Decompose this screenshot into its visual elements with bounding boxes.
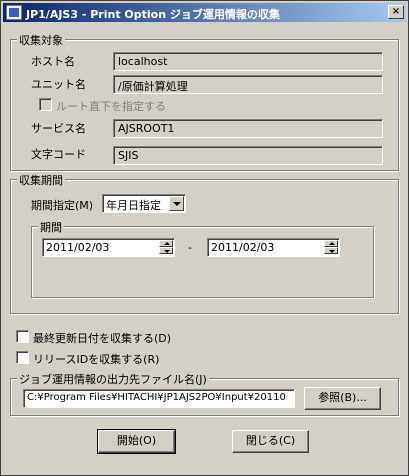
root-checkbox-label: ルート直下を指定する (56, 100, 166, 113)
output-file-legend: ジョブ運用情報の出力先ファイル名(J) (17, 371, 209, 387)
release-id-checkbox[interactable] (16, 351, 29, 364)
charcode-field: SJIS (113, 146, 383, 165)
host-field: localhost (113, 52, 383, 71)
collection-target-legend: 収集対象 (17, 32, 65, 48)
start-date-input[interactable]: 2011/02/03 (42, 238, 175, 257)
latest-update-label[interactable]: 最終更新日付を収集する(D) (33, 330, 171, 346)
close-window-button[interactable]: × (388, 5, 404, 19)
service-label: サービス名 (31, 122, 86, 135)
period-spec-value: 年月日指定 (106, 199, 161, 212)
latest-update-checkbox[interactable] (16, 330, 29, 343)
root-checkbox[interactable] (39, 98, 52, 111)
spin-down-icon[interactable] (324, 247, 338, 254)
collection-period-legend: 収集期間 (17, 172, 65, 188)
period-range-legend: 期間 (38, 219, 64, 235)
end-date-spinner[interactable] (324, 240, 338, 255)
host-label: ホスト名 (31, 55, 75, 68)
output-path-value: C:¥Program Files¥HITACHI¥JP1AJS2PO¥Input… (27, 392, 286, 403)
unit-field: /原価計算処理 (113, 75, 383, 94)
chevron-down-icon[interactable] (169, 196, 184, 211)
title-bar[interactable]: JP1/AJS3 - Print Option ジョブ運用情報の収集 × (3, 3, 406, 22)
period-spec-label: 期間指定(M) (31, 199, 94, 212)
spin-up-icon[interactable] (159, 240, 173, 247)
app-icon (6, 5, 22, 20)
date-range-separator: - (188, 241, 192, 254)
period-spec-select[interactable]: 年月日指定 (102, 194, 186, 213)
start-date-value: 2011/02/03 (46, 241, 110, 254)
output-path-input[interactable]: C:¥Program Files¥HITACHI¥JP1AJS2PO¥Input… (23, 389, 295, 408)
end-date-value: 2011/02/03 (211, 241, 275, 254)
unit-label: ユニット名 (31, 78, 86, 91)
window-title: JP1/AJS3 - Print Option ジョブ運用情報の収集 (26, 8, 280, 21)
browse-button[interactable]: 参照(B)... (304, 387, 381, 410)
charcode-label: 文字コード (31, 148, 86, 161)
dialog-window: JP1/AJS3 - Print Option ジョブ運用情報の収集 × 収集対… (0, 0, 409, 476)
period-range-group: 期間 (31, 219, 374, 298)
spin-up-icon[interactable] (324, 240, 338, 247)
release-id-label[interactable]: リリースIDを収集する(R) (33, 351, 159, 367)
service-field: AJSROOT1 (113, 119, 383, 138)
start-date-spinner[interactable] (159, 240, 173, 255)
spin-down-icon[interactable] (159, 247, 173, 254)
close-button[interactable]: 閉じる(C) (232, 430, 309, 453)
end-date-input[interactable]: 2011/02/03 (207, 238, 340, 257)
start-button[interactable]: 開始(O) (97, 429, 176, 454)
